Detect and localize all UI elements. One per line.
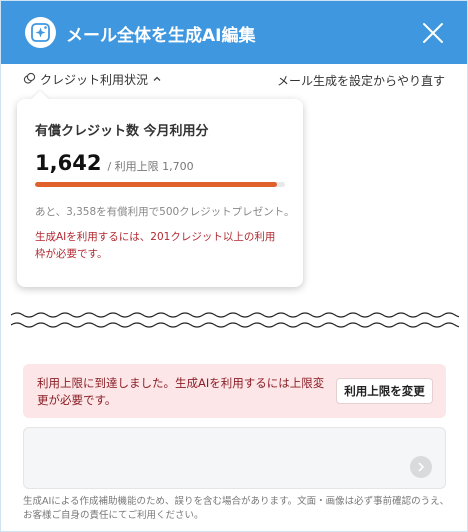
dialog-header: メール全体を生成AI編集 bbox=[1, 1, 467, 64]
credit-warning-text: 生成AIを利用するには、201クレジット以上の利用枠が必要です。 bbox=[35, 231, 276, 260]
chevron-up-icon bbox=[152, 73, 162, 87]
close-icon[interactable] bbox=[421, 21, 445, 45]
credit-bonus-note: あと、3,358を有償利用で500クレジットプレゼント。 bbox=[35, 206, 295, 218]
change-limit-button[interactable]: 利用上限を変更 bbox=[336, 378, 433, 404]
coin-icon bbox=[23, 72, 36, 88]
credits-used-value: 1,642 bbox=[35, 151, 102, 175]
limit-reached-alert: 利用上限に到達しました。生成AIを利用するには上限変更が必要です。 利用上限を変… bbox=[23, 364, 446, 418]
restart-from-settings-link[interactable]: メール生成を設定からやり直す bbox=[277, 72, 445, 89]
alert-message: 利用上限に到達しました。生成AIを利用するには上限変更が必要です。 bbox=[37, 376, 325, 407]
chevron-right-icon bbox=[418, 462, 425, 472]
credit-limit-text: / 利用上限 1,700 bbox=[107, 160, 194, 173]
send-button[interactable] bbox=[410, 456, 432, 478]
credit-status-toggle[interactable]: クレジット利用状況 bbox=[23, 71, 162, 88]
disclaimer-text: 生成AIによる作成補助機能のため、誤りを含む場合があります。文面・画像は必ず事前… bbox=[23, 496, 450, 521]
ai-edit-dialog: メール全体を生成AI編集 クレジット利用状況 メール生成を設定からやり直す 有償… bbox=[0, 0, 468, 532]
ai-sparkle-icon bbox=[25, 17, 56, 48]
credit-usage-bar bbox=[35, 182, 285, 187]
wavy-divider bbox=[11, 312, 459, 328]
dialog-title: メール全体を生成AI編集 bbox=[66, 26, 256, 46]
paid-credit-title: 有償クレジット数 今月利用分 bbox=[35, 124, 209, 139]
credit-status-label: クレジット利用状況 bbox=[40, 73, 149, 87]
credit-usage-bar-fill bbox=[35, 182, 277, 187]
popover-arrow bbox=[31, 90, 49, 108]
credit-usage-popover: 有償クレジット数 今月利用分 1,642 / 利用上限 1,700 あと、3,3… bbox=[17, 90, 303, 287]
prompt-input[interactable] bbox=[23, 427, 446, 489]
